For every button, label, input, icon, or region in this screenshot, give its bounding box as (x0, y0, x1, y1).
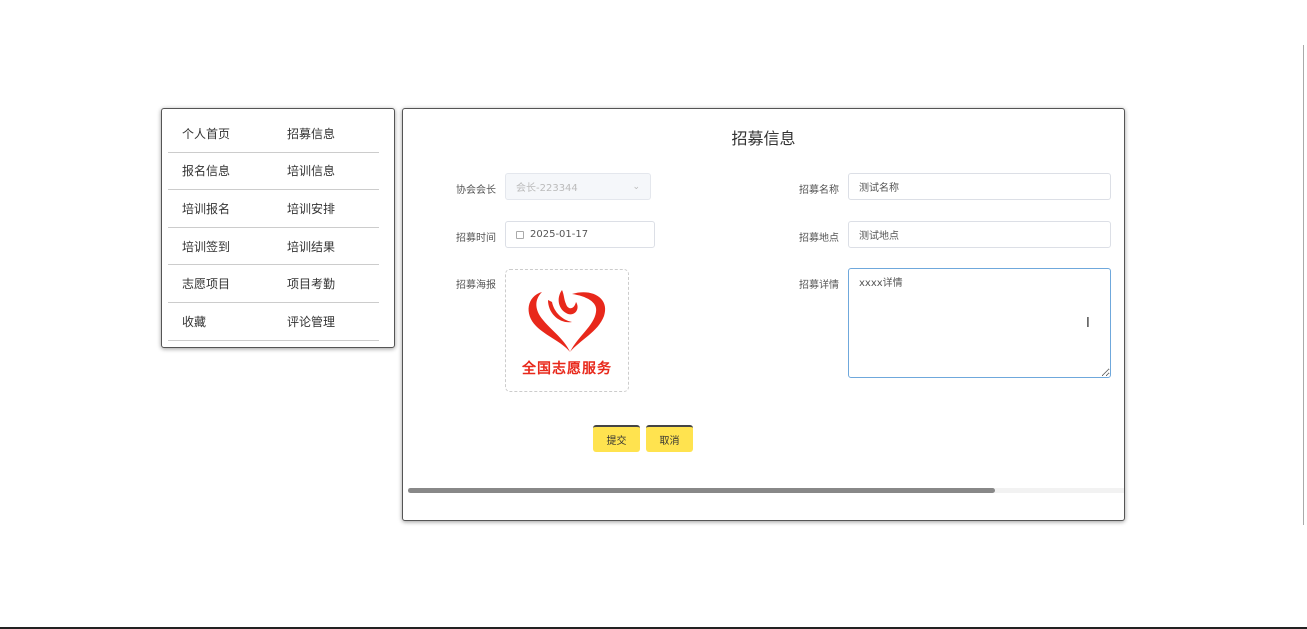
poster-label: 招募海报 (456, 280, 496, 291)
poster-upload[interactable]: 全国志愿服务 (505, 269, 629, 392)
menu-row: 培训签到 培训结果 (168, 228, 379, 266)
menu-item[interactable]: 培训安排 (273, 200, 378, 217)
menu-item[interactable]: 培训签到 (168, 238, 273, 255)
recruit-form-panel: 招募信息 协会会长 会长-223344 ⌄ 招募时间 2025-01-17 招募… (402, 108, 1125, 521)
nav-menu: 个人首页 招募信息 报名信息 培训信息 培训报名 培训安排 培训签到 培训结果 志愿项目 项目考勤… (161, 108, 395, 348)
menu-item[interactable]: 报名信息 (168, 162, 273, 179)
menu-item[interactable]: 个人首页 (168, 125, 273, 142)
detail-label: 招募详情 (799, 280, 839, 291)
name-label: 招募名称 (799, 185, 839, 196)
name-value: 测试名称 (859, 183, 899, 194)
calendar-icon (516, 230, 524, 239)
scrollbar-thumb[interactable] (408, 488, 996, 493)
menu-item[interactable]: 招募信息 (273, 125, 378, 142)
menu-row: 培训报名 培训安排 (168, 190, 379, 228)
place-label: 招募地点 (799, 233, 839, 244)
place-input[interactable]: 测试地点 (848, 221, 1111, 248)
detail-textarea[interactable]: xxxx详情 (848, 268, 1111, 378)
menu-item[interactable]: 评论管理 (273, 313, 378, 330)
menu-item[interactable]: 培训结果 (273, 238, 378, 255)
menu-item[interactable]: 收藏 (168, 313, 273, 330)
menu-item[interactable]: 项目考勤 (273, 275, 378, 292)
president-label: 协会会长 (456, 185, 496, 196)
menu-item[interactable]: 培训报名 (168, 200, 273, 217)
menu-row: 志愿项目 项目考勤 (168, 265, 379, 303)
president-value: 会长-223344 (516, 183, 578, 194)
menu-item[interactable]: 志愿项目 (168, 275, 273, 292)
president-select[interactable]: 会长-223344 ⌄ (505, 173, 651, 200)
text-cursor-icon: I (1086, 316, 1090, 331)
cancel-button[interactable]: 取消 (646, 425, 693, 452)
menu-item[interactable]: 培训信息 (273, 162, 378, 179)
poster-text: 全国志愿服务 (522, 360, 612, 377)
chevron-down-icon: ⌄ (632, 181, 640, 192)
page-title: 招募信息 (731, 129, 796, 148)
volunteer-heart-logo-icon (528, 289, 606, 352)
menu-row: 收藏 评论管理 (168, 303, 379, 341)
submit-button[interactable]: 提交 (593, 425, 640, 452)
horizontal-scrollbar[interactable] (408, 488, 1124, 493)
time-value: 2025-01-17 (530, 229, 589, 240)
time-date-picker[interactable]: 2025-01-17 (505, 221, 655, 248)
time-label: 招募时间 (456, 233, 496, 244)
place-value: 测试地点 (859, 231, 899, 242)
menu-row: 报名信息 培训信息 (168, 153, 379, 191)
name-input[interactable]: 测试名称 (848, 173, 1111, 200)
menu-row: 个人首页 招募信息 (168, 115, 379, 153)
page-edge (1303, 45, 1304, 525)
